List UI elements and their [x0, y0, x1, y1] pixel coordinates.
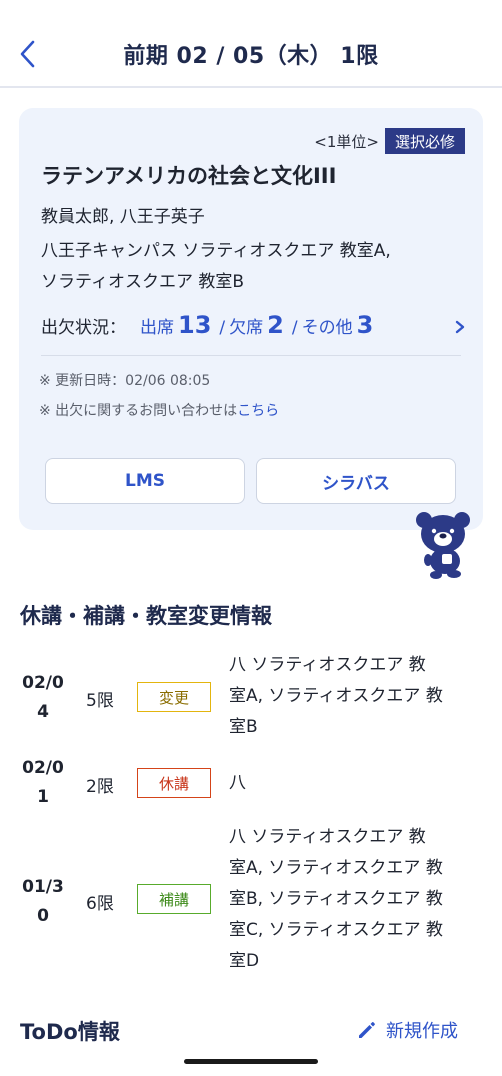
course-title: ラテンアメリカの社会と文化III — [41, 164, 337, 188]
date-line: 1 — [37, 787, 49, 807]
period: 6限 — [86, 894, 114, 914]
date: 02/0 1 — [18, 754, 68, 812]
date: 02/0 4 — [18, 669, 68, 727]
inquiry-text: ※ 出欠に関するお問い合わせは — [39, 403, 238, 419]
absent-count: 2 — [267, 311, 284, 339]
attendance-label: 出欠状況： — [41, 318, 126, 338]
list-item: 02/0 4 5限 変更 八 ソラティオスクエア 教 室A, ソラティオスクエア… — [0, 655, 502, 748]
unit-row: <1単位> 選択必修 — [314, 128, 465, 154]
absent-label: 欠席 — [229, 318, 264, 338]
changes-section-title: 休講・補講・教室変更情報 — [20, 604, 272, 628]
change-badge: 変更 — [137, 682, 211, 712]
lms-button[interactable]: LMS — [45, 458, 245, 504]
home-indicator — [184, 1059, 318, 1064]
room-line: 八 — [229, 773, 246, 793]
new-todo-label: 新規作成 — [386, 1021, 458, 1042]
chevron-right-icon — [455, 320, 465, 334]
room-info: 八 ソラティオスクエア 教 室A, ソラティオスクエア 教 室B, ソラティオス… — [229, 822, 491, 977]
room-line: 室A, ソラティオスクエア 教 — [229, 858, 443, 878]
course-card: <1単位> 選択必修 ラテンアメリカの社会と文化III 教員太郎, 八王子英子 … — [19, 108, 483, 530]
divider — [41, 355, 461, 356]
period: 5限 — [86, 691, 114, 711]
location: 八王子キャンパス ソラティオスクエア 教室A, ソラティオスクエア 教室B — [41, 236, 471, 298]
syllabus-button[interactable]: シラバス — [256, 458, 456, 504]
inquiry-note: ※ 出欠に関するお問い合わせはこちら — [39, 400, 279, 420]
new-todo-button[interactable]: 新規作成 — [356, 1017, 458, 1043]
todo-section-title: ToDo情報 — [20, 1020, 120, 1044]
page-title: 前期 02 / 05（木） 1限 — [123, 44, 379, 69]
room-line: 八 ソラティオスクエア 教 — [229, 655, 426, 675]
list-item: 02/0 1 2限 休講 八 — [0, 756, 502, 812]
period: 2限 — [86, 777, 114, 797]
location-line: ソラティオスクエア 教室B — [41, 272, 245, 292]
room-info: 八 ソラティオスクエア 教 室A, ソラティオスクエア 教 室B — [229, 650, 491, 743]
room-line: 室C, ソラティオスクエア 教 — [229, 920, 444, 940]
pencil-icon — [359, 1022, 375, 1038]
other-label: その他 — [301, 318, 353, 338]
separator: / — [219, 318, 226, 338]
unit-text: <1単位> — [314, 132, 379, 151]
room-line: 室A, ソラティオスクエア 教 — [229, 686, 443, 706]
room-line: 室B — [229, 717, 258, 737]
separator: / — [291, 318, 298, 338]
location-line: 八王子キャンパス ソラティオスクエア 教室A, — [41, 241, 391, 261]
room-line: 八 ソラティオスクエア 教 — [229, 827, 426, 847]
attendance-status-row[interactable]: 出欠状況： 出席 13 / 欠席 2 / その他 3 — [41, 311, 467, 345]
room-line: 室D — [229, 951, 260, 971]
updated-note: ※ 更新日時：02/06 08:05 — [39, 373, 211, 389]
room-line: 室B, ソラティオスクエア 教 — [229, 889, 443, 909]
bear-mascot-icon — [416, 512, 470, 579]
teachers: 教員太郎, 八王子英子 — [41, 207, 205, 227]
date: 01/3 0 — [18, 873, 68, 931]
list-item: 01/3 0 6限 補講 八 ソラティオスクエア 教 室A, ソラティオスクエア… — [0, 822, 502, 972]
date-line: 01/3 — [22, 877, 64, 897]
app-header: 前期 02 / 05（木） 1限 — [0, 0, 502, 88]
makeup-badge: 補講 — [137, 884, 211, 914]
present-count: 13 — [178, 311, 212, 339]
room-info: 八 — [229, 768, 491, 799]
date-line: 02/0 — [22, 673, 64, 693]
required-badge: 選択必修 — [384, 128, 465, 154]
date-line: 4 — [37, 702, 49, 722]
other-count: 3 — [356, 311, 374, 339]
cancel-badge: 休講 — [137, 768, 211, 798]
date-line: 02/0 — [22, 758, 64, 778]
inquiry-link[interactable]: こちら — [237, 403, 279, 419]
present-label: 出席 — [140, 318, 174, 338]
date-line: 0 — [37, 906, 49, 926]
